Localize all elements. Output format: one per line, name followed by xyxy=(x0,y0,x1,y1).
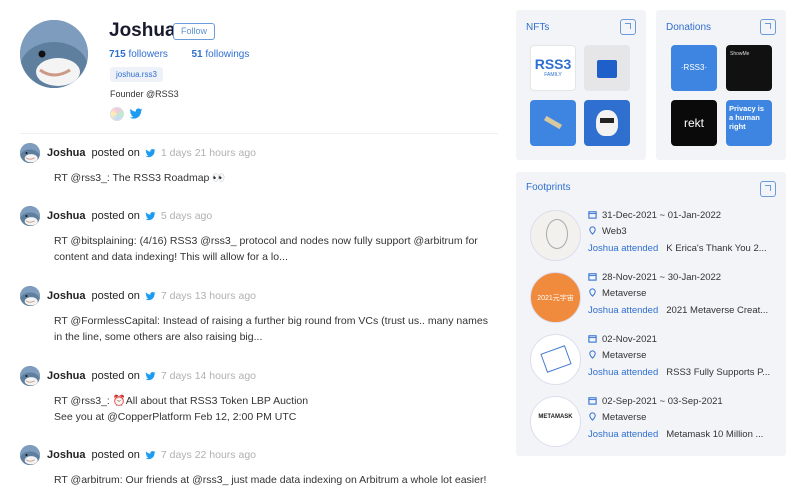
footprint-attendance: Joshua attended RSS3 Fully Supports P... xyxy=(588,367,771,378)
profile-links xyxy=(110,107,143,121)
followings-link[interactable]: 51 followings xyxy=(192,49,250,60)
footprint-attendance: Joshua attended Metamask 10 Million ... xyxy=(588,429,764,440)
nft-tile-text: RSS3 xyxy=(534,56,572,72)
posted-on-label: posted on xyxy=(91,290,140,302)
handle-tag[interactable]: joshua.rss3 xyxy=(110,67,163,82)
footprints-title: Footprints xyxy=(526,182,571,193)
donation-tile[interactable]: rekt xyxy=(671,100,717,146)
twitter-icon xyxy=(145,450,156,461)
twitter-icon xyxy=(145,291,156,302)
twitter-icon xyxy=(145,148,156,159)
footprint-location: Metaverse xyxy=(588,288,646,299)
footprint-thumbnail: METAMASK xyxy=(530,396,581,447)
post-user[interactable]: Joshua xyxy=(47,147,86,159)
footprint-dates: 02-Nov-2021 xyxy=(588,334,657,345)
calendar-icon xyxy=(588,397,597,405)
donations-card: Donations ·RSS3· ShowMe rekt Privacy is … xyxy=(656,10,786,160)
post-user[interactable]: Joshua xyxy=(47,290,86,302)
donation-tile[interactable]: Privacy is a human right xyxy=(726,100,772,146)
location-pin-icon xyxy=(589,412,596,421)
nft-tile[interactable] xyxy=(530,100,576,146)
footprint-dates: 28-Nov-2021 ~ 30-Jan-2022 xyxy=(588,272,721,283)
post-text-line: See you at @CopperPlatform Feb 12, 2:00 … xyxy=(54,411,297,423)
post-avatar xyxy=(20,286,40,306)
divider xyxy=(20,133,498,134)
footprint-location: Metaverse xyxy=(588,350,646,361)
post-time[interactable]: 7 days 22 hours ago xyxy=(161,449,256,461)
donations-title: Donations xyxy=(666,22,712,33)
nft-tile[interactable] xyxy=(584,100,630,146)
nft-tile-subtext: FAMILY xyxy=(544,72,562,78)
profile-bio: Founder @RSS3 xyxy=(110,89,179,99)
footprint-thumbnail: 2021元宇宙 xyxy=(530,272,581,323)
location-pin-icon xyxy=(589,226,596,235)
location-pin-icon xyxy=(589,350,596,359)
post-text: RT @rss3_: The RSS3 Roadmap 👀 xyxy=(54,172,226,184)
donation-tile[interactable]: ·RSS3· xyxy=(671,45,717,91)
nfts-title: NFTs xyxy=(526,22,550,33)
post-text: RT @arbitrum: Our friends at @rss3_ just… xyxy=(54,474,487,486)
nfts-card: NFTs RSS3 FAMILY xyxy=(516,10,646,160)
follow-button[interactable]: Follow xyxy=(173,23,215,40)
expand-icon[interactable] xyxy=(620,19,636,35)
twitter-icon xyxy=(145,211,156,222)
footprint-item[interactable]: 02-Nov-2021 Metaverse Joshua attended RSS… xyxy=(526,332,796,392)
feed-post[interactable]: Joshua posted on 7 days 22 hours ago RT … xyxy=(20,444,500,488)
footprint-thumbnail xyxy=(530,334,581,385)
expand-icon[interactable] xyxy=(760,181,776,197)
donation-tile[interactable]: ShowMe xyxy=(726,45,772,91)
post-text: RT @bitsplaining: (4/16) RSS3 @rss3_ pro… xyxy=(54,235,478,263)
footprints-card: Footprints 31-Dec-2021 ~ 01-Jan-2022 Web… xyxy=(516,172,786,456)
footprint-item[interactable]: 2021元宇宙 28-Nov-2021 ~ 30-Jan-2022 Metave… xyxy=(526,270,796,330)
profile-avatar xyxy=(20,20,88,88)
location-pin-icon xyxy=(589,288,596,297)
footprint-attendance: Joshua attended 2021 Metaverse Creat... xyxy=(588,305,769,316)
calendar-icon xyxy=(588,273,597,281)
post-user[interactable]: Joshua xyxy=(47,210,86,222)
post-avatar xyxy=(20,445,40,465)
post-avatar xyxy=(20,143,40,163)
footprint-location: Web3 xyxy=(588,226,627,237)
twitter-icon[interactable] xyxy=(129,107,143,121)
posted-on-label: posted on xyxy=(91,370,140,382)
feed-post[interactable]: Joshua posted on 7 days 13 hours ago RT … xyxy=(20,285,500,345)
footprint-location: Metaverse xyxy=(588,412,646,423)
calendar-icon xyxy=(588,211,597,219)
footprint-dates: 02-Sep-2021 ~ 03-Sep-2021 xyxy=(588,396,723,407)
feed-post[interactable]: Joshua posted on 5 days ago RT @bitsplai… xyxy=(20,205,500,265)
post-text-line: RT @rss3_: ⏰All about that RSS3 Token LB… xyxy=(54,395,309,407)
post-avatar xyxy=(20,366,40,386)
feed-post[interactable]: Joshua posted on 1 days 21 hours ago RT … xyxy=(20,142,500,186)
post-time[interactable]: 7 days 13 hours ago xyxy=(161,290,256,302)
profile-name: Joshua xyxy=(109,20,176,41)
posted-on-label: posted on xyxy=(91,449,140,461)
followers-link[interactable]: 715 followers xyxy=(109,49,168,60)
posted-on-label: posted on xyxy=(91,147,140,159)
footprint-dates: 31-Dec-2021 ~ 01-Jan-2022 xyxy=(588,210,721,221)
expand-icon[interactable] xyxy=(760,19,776,35)
nft-tile[interactable] xyxy=(584,45,630,91)
footprint-item[interactable]: METAMASK 02-Sep-2021 ~ 03-Sep-2021 Metav… xyxy=(526,394,796,454)
footprint-thumbnail xyxy=(530,210,581,261)
rainbow-wallet-icon[interactable] xyxy=(110,107,124,121)
post-user[interactable]: Joshua xyxy=(47,370,86,382)
footprint-attendance: Joshua attended K Erica's Thank You 2... xyxy=(588,243,767,254)
feed-post[interactable]: Joshua posted on 7 days 14 hours ago RT … xyxy=(20,365,500,425)
twitter-icon xyxy=(145,371,156,382)
post-time[interactable]: 7 days 14 hours ago xyxy=(161,370,256,382)
calendar-icon xyxy=(588,335,597,343)
posted-on-label: posted on xyxy=(91,210,140,222)
post-time[interactable]: 1 days 21 hours ago xyxy=(161,147,256,159)
post-user[interactable]: Joshua xyxy=(47,449,86,461)
nft-tile[interactable]: RSS3 FAMILY xyxy=(530,45,576,91)
post-time[interactable]: 5 days ago xyxy=(161,210,212,222)
footprint-item[interactable]: 31-Dec-2021 ~ 01-Jan-2022 Web3 Joshua at… xyxy=(526,208,796,268)
post-text: RT @FormlessCapital: Instead of raising … xyxy=(54,315,488,343)
post-avatar xyxy=(20,206,40,226)
profile-stats: 715 followers 51 followings xyxy=(109,49,249,60)
post-text: RT @rss3_: ⏰All about that RSS3 Token LB… xyxy=(54,393,494,425)
